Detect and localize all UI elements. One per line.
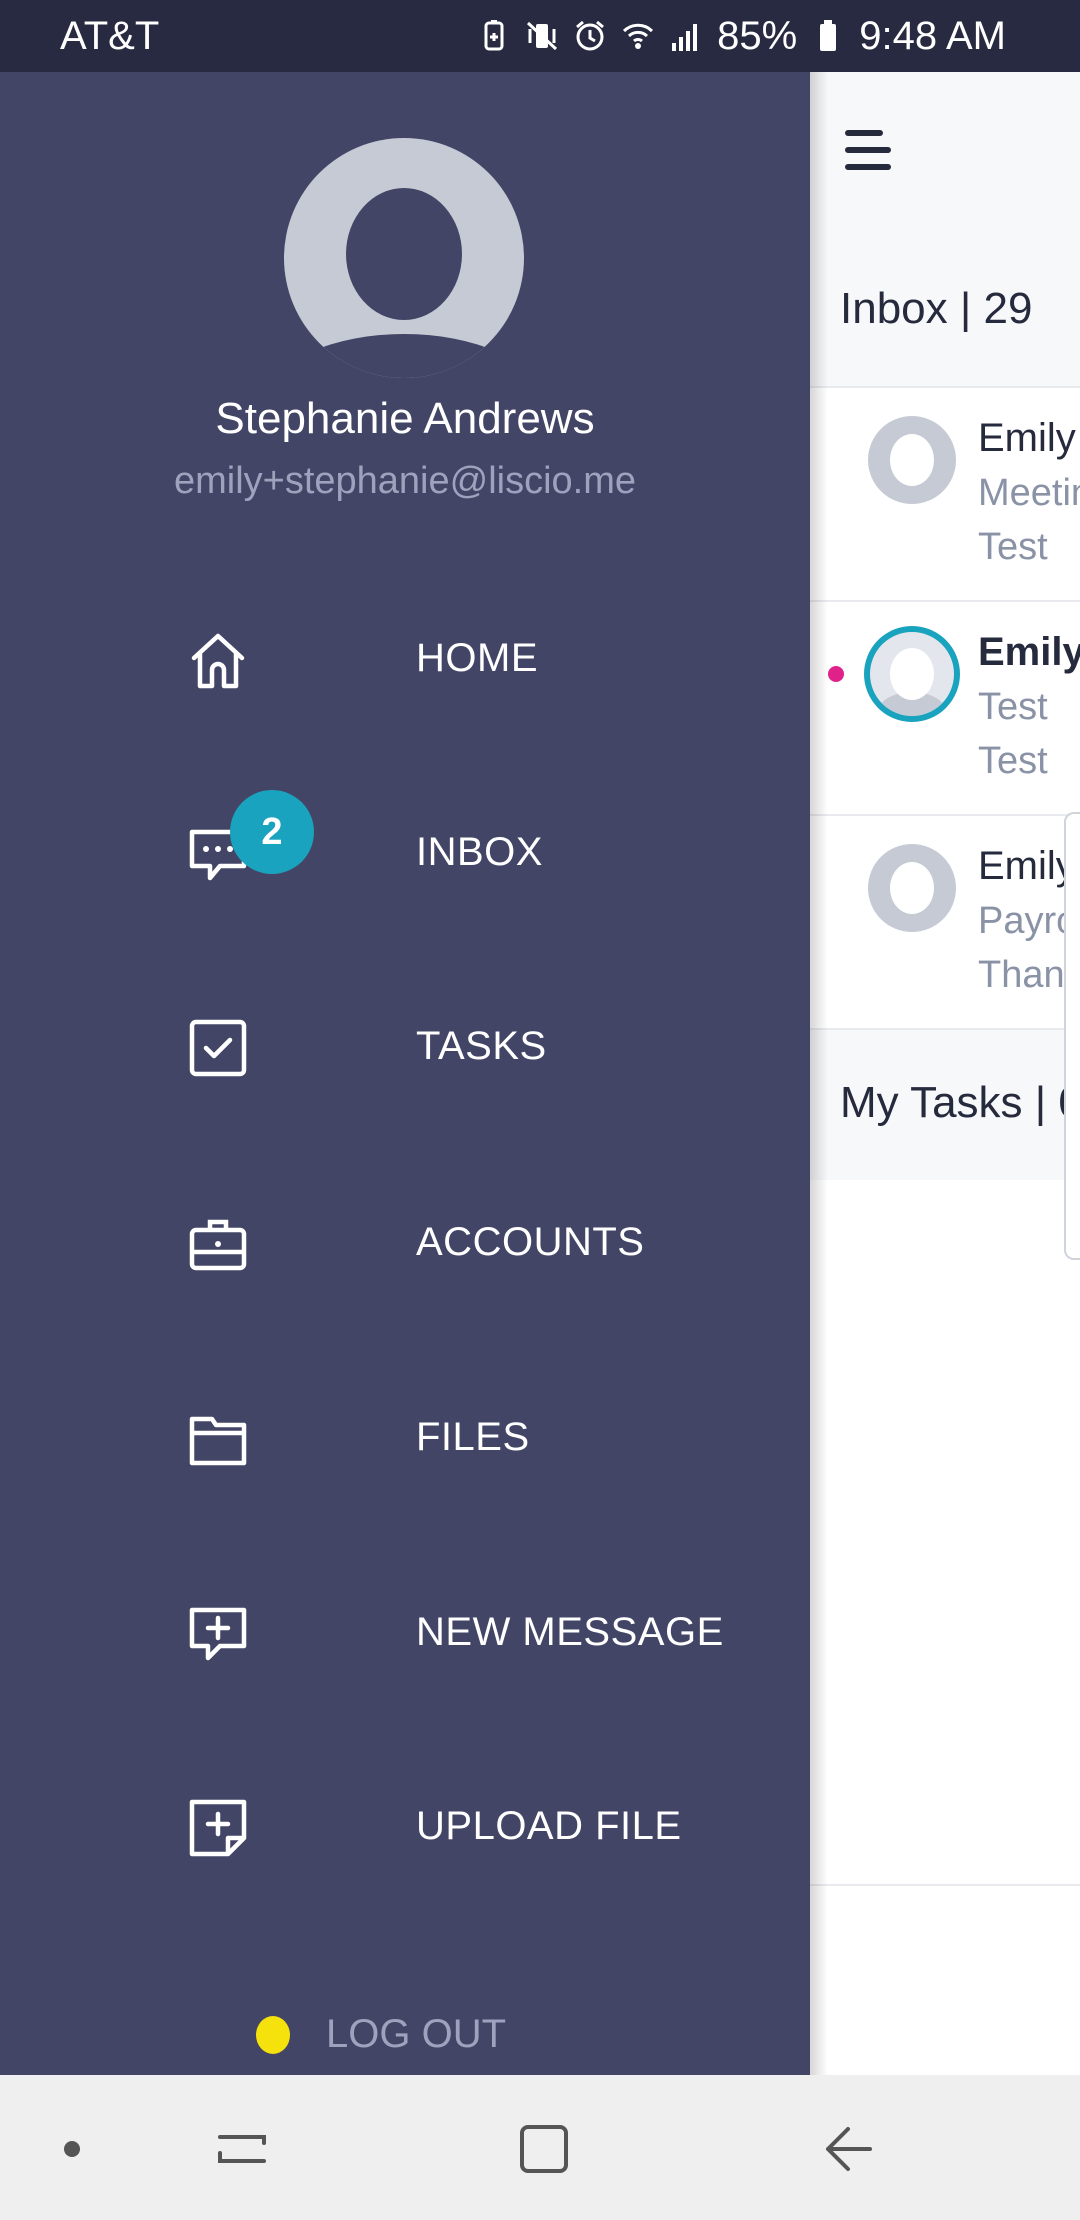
message-plus-icon (189, 1607, 247, 1661)
mute-vibrate-icon (527, 21, 558, 51)
unread-indicator (828, 666, 844, 682)
logout-label: LOG OUT (326, 2012, 507, 2056)
battery-icon (820, 20, 837, 51)
profile-name: Stephanie Andrews (215, 394, 595, 443)
message-sender: Emily (978, 630, 1080, 674)
message-row[interactable]: Emily Meetin Test (810, 388, 1080, 600)
home-icon (191, 633, 245, 689)
message-preview: Test (978, 526, 1048, 568)
battery-percent: 85% (717, 13, 798, 58)
status-bar: AT&T 85% 9:48 AM (0, 0, 1080, 72)
profile-avatar (284, 138, 524, 378)
carrier-label: AT&T (60, 13, 160, 58)
message-sender: Emily (978, 416, 1076, 460)
tasks-title: My Tasks | 0 (840, 1078, 1080, 1127)
profile-email: emily+stephanie@liscio.me (173, 460, 637, 502)
drawer-item-label: ACCOUNTS (416, 1220, 645, 1264)
divider (810, 1884, 1080, 1886)
scroll-handle[interactable] (1064, 812, 1080, 1260)
message-row[interactable]: Emily Payro Thank (810, 816, 1080, 1028)
checkbox-icon (189, 1019, 247, 1077)
battery-saver-icon (484, 20, 504, 51)
logout-indicator-icon (256, 2016, 290, 2054)
drawer-item-label: FILES (416, 1415, 530, 1459)
alarm-icon (576, 20, 605, 51)
message-subject: Payro (978, 900, 1078, 942)
drawer-item-label: INBOX (416, 830, 543, 874)
home-square-icon[interactable] (514, 2119, 574, 2179)
drawer-item-label: UPLOAD FILE (416, 1804, 682, 1848)
status-icons: 85% 9:48 AM (477, 14, 1006, 59)
system-nav-bar (0, 2075, 1080, 2220)
back-icon[interactable] (818, 2119, 878, 2179)
drawer-item-label: HOME (416, 636, 538, 680)
drawer-item-home[interactable]: HOME (0, 598, 810, 728)
logout-button[interactable]: LOG OUT (0, 1992, 810, 2072)
drawer-item-inbox[interactable]: 2 INBOX (0, 790, 810, 922)
tasks-section-header: My Tasks | 0 (810, 1030, 1080, 1180)
drawer-shadow (810, 72, 828, 2075)
message-subject: Test (978, 686, 1048, 728)
inbox-title: Inbox | 29 (840, 284, 1033, 333)
avatar (864, 626, 960, 722)
briefcase-icon (189, 1219, 247, 1271)
drawer-item-label: TASKS (416, 1024, 547, 1068)
wifi-icon (623, 23, 654, 49)
message-preview: Test (978, 740, 1048, 782)
clock: 9:48 AM (859, 13, 1006, 58)
inbox-badge: 2 (230, 790, 314, 874)
nav-dot-icon (64, 2141, 80, 2157)
navigation-drawer: Stephanie Andrews emily+stephanie@liscio… (0, 72, 810, 2075)
hamburger-menu-icon[interactable] (845, 130, 891, 170)
drawer-item-accounts[interactable]: ACCOUNTS (0, 1182, 810, 1312)
message-row[interactable]: Emily Test Test (810, 602, 1080, 814)
drawer-item-upload-file[interactable]: UPLOAD FILE (0, 1766, 810, 1896)
file-plus-icon (189, 1799, 247, 1857)
avatar (868, 844, 956, 932)
folder-icon (189, 1416, 247, 1466)
signal-icon (672, 24, 698, 51)
drawer-item-new-message[interactable]: NEW MESSAGE (0, 1572, 810, 1702)
message-sender: Emily (978, 844, 1076, 888)
message-subject: Meetin (978, 472, 1080, 514)
recent-apps-icon[interactable] (212, 2119, 272, 2179)
drawer-item-files[interactable]: FILES (0, 1377, 810, 1507)
avatar (868, 416, 956, 504)
drawer-item-tasks[interactable]: TASKS (0, 986, 810, 1116)
drawer-item-label: NEW MESSAGE (416, 1610, 724, 1654)
